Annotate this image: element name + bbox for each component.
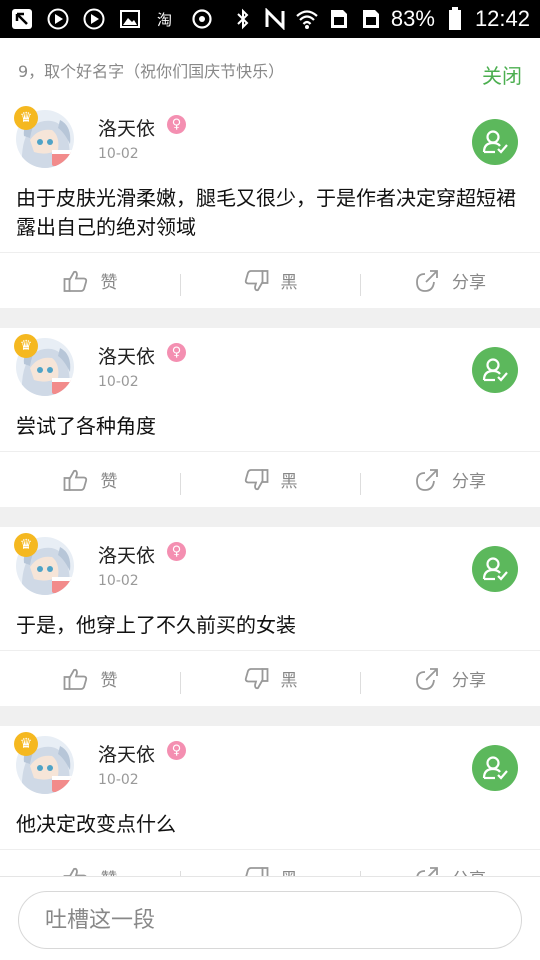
share-label: 分享 bbox=[452, 273, 486, 293]
crown-badge-icon: ♛ bbox=[14, 732, 38, 756]
dislike-label: 黑 bbox=[281, 865, 298, 876]
thumbs-up-icon bbox=[63, 270, 87, 292]
dislike-button[interactable]: 黑 bbox=[180, 268, 360, 296]
post-actions: 赞 黑 分享 bbox=[0, 451, 540, 507]
username[interactable]: 洛天依 bbox=[98, 114, 155, 141]
post-card: ♛ 洛天依 ♀ 10-02 由于皮肤光滑柔嫩，腿毛又很少，于是作者决定穿超短裙露… bbox=[0, 100, 540, 308]
sim-card-icon bbox=[359, 7, 383, 31]
post-actions: 赞 黑 分享 bbox=[0, 650, 540, 706]
add-friend-icon bbox=[482, 130, 508, 154]
thumbs-up-icon bbox=[63, 469, 87, 491]
thumbs-up-icon bbox=[63, 867, 87, 876]
post-content: 尝试了各种角度 bbox=[16, 414, 156, 438]
dislike-button[interactable]: 黑 bbox=[180, 666, 360, 694]
sim-card-icon bbox=[327, 7, 351, 31]
post-card: ♛ 洛天依 ♀ 10-02 于是，他穿上了不久前买的女装 赞 黑 分享 bbox=[0, 527, 540, 706]
thumbs-down-icon bbox=[244, 667, 268, 689]
post-date: 10-02 bbox=[98, 772, 139, 788]
play-icon bbox=[46, 7, 70, 31]
like-label: 赞 bbox=[100, 273, 118, 293]
add-friend-icon bbox=[482, 756, 508, 780]
dislike-button[interactable]: 黑 bbox=[180, 467, 360, 495]
top-bar: 9，取个好名字（祝你们国庆节快乐） 关闭 bbox=[0, 38, 540, 100]
follow-button[interactable] bbox=[472, 546, 518, 592]
follow-button[interactable] bbox=[472, 119, 518, 165]
crown-badge-icon: ♛ bbox=[14, 334, 38, 358]
share-button[interactable]: 分享 bbox=[360, 666, 540, 694]
post-content: 由于皮肤光滑柔嫩，腿毛又很少，于是作者决定穿超短裙露出自己的绝对领域 bbox=[16, 186, 516, 239]
female-icon: ♀ bbox=[167, 343, 186, 362]
like-label: 赞 bbox=[101, 865, 118, 876]
share-label: 分享 bbox=[452, 865, 486, 876]
username[interactable]: 洛天依 bbox=[98, 342, 155, 369]
nfc-icon bbox=[263, 7, 287, 31]
thumbs-up-icon bbox=[63, 668, 87, 690]
bluetooth-icon bbox=[231, 7, 255, 31]
share-label: 分享 bbox=[452, 472, 486, 492]
status-bar: 淘 83% 12:42 bbox=[0, 0, 540, 38]
crown-badge-icon: ♛ bbox=[14, 533, 38, 557]
comment-bar bbox=[0, 876, 540, 960]
clock: 12:42 bbox=[474, 6, 530, 31]
post-date: 10-02 bbox=[98, 573, 139, 589]
post-header: ♛ 洛天依 ♀ 10-02 bbox=[0, 527, 540, 597]
battery-level: 83% bbox=[390, 6, 435, 31]
thumbs-down-icon bbox=[244, 468, 268, 490]
share-button[interactable]: 分享 bbox=[360, 467, 540, 495]
like-label: 赞 bbox=[100, 472, 118, 492]
post-header: ♛ 洛天依 ♀ 10-02 bbox=[0, 726, 540, 796]
wifi-icon bbox=[295, 7, 319, 31]
svg-text:淘: 淘 bbox=[157, 11, 172, 29]
like-button[interactable]: 赞 bbox=[0, 268, 180, 293]
username[interactable]: 洛天依 bbox=[98, 740, 155, 767]
follow-button[interactable] bbox=[472, 347, 518, 393]
sync-icon bbox=[190, 7, 214, 31]
post-card: ♛ 洛天依 ♀ 10-02 尝试了各种角度 赞 黑 分享 bbox=[0, 328, 540, 507]
share-label: 分享 bbox=[452, 671, 486, 691]
thumbs-down-icon bbox=[244, 866, 268, 876]
thumbs-down-icon bbox=[244, 269, 268, 291]
comment-input[interactable] bbox=[18, 891, 522, 949]
dislike-label: 黑 bbox=[280, 273, 298, 293]
add-friend-icon bbox=[482, 358, 508, 382]
post-header: ♛ 洛天依 ♀ 10-02 bbox=[0, 328, 540, 398]
share-button[interactable]: 分享 bbox=[360, 268, 540, 296]
add-friend-icon bbox=[482, 557, 508, 581]
taobao-icon: 淘 bbox=[154, 7, 178, 31]
female-icon: ♀ bbox=[167, 542, 186, 561]
play-icon bbox=[82, 7, 106, 31]
female-icon: ♀ bbox=[167, 741, 186, 760]
share-button[interactable]: 分享 bbox=[360, 865, 540, 876]
post-date: 10-02 bbox=[98, 374, 139, 390]
username[interactable]: 洛天依 bbox=[98, 541, 155, 568]
post-list[interactable]: ♛ 洛天依 ♀ 10-02 由于皮肤光滑柔嫩，腿毛又很少，于是作者决定穿超短裙露… bbox=[0, 100, 540, 876]
like-button[interactable]: 赞 bbox=[0, 865, 180, 876]
share-icon bbox=[416, 667, 438, 690]
like-button[interactable]: 赞 bbox=[0, 467, 180, 492]
close-button[interactable]: 关闭 bbox=[482, 60, 522, 89]
post-date: 10-02 bbox=[98, 146, 139, 162]
post-actions: 赞 黑 分享 bbox=[0, 849, 540, 876]
share-icon bbox=[416, 269, 438, 292]
back-arrow-icon bbox=[10, 7, 34, 31]
like-button[interactable]: 赞 bbox=[0, 666, 180, 691]
share-icon bbox=[416, 866, 438, 876]
post-content: 于是，他穿上了不久前买的女装 bbox=[16, 613, 296, 637]
female-icon: ♀ bbox=[167, 115, 186, 134]
post-content: 他决定改变点什么 bbox=[16, 812, 176, 836]
crown-badge-icon: ♛ bbox=[14, 106, 38, 130]
image-icon bbox=[118, 7, 142, 31]
dislike-button[interactable]: 黑 bbox=[180, 865, 360, 876]
post-actions: 赞 黑 分享 bbox=[0, 252, 540, 308]
share-icon bbox=[416, 468, 438, 491]
follow-button[interactable] bbox=[472, 745, 518, 791]
like-label: 赞 bbox=[100, 671, 118, 691]
page-title: 9，取个好名字（祝你们国庆节快乐） bbox=[18, 62, 285, 81]
dislike-label: 黑 bbox=[280, 671, 298, 691]
dislike-label: 黑 bbox=[280, 472, 298, 492]
battery-icon bbox=[443, 7, 467, 31]
post-card: ♛ 洛天依 ♀ 10-02 他决定改变点什么 赞 bbox=[0, 726, 540, 876]
post-header: ♛ 洛天依 ♀ 10-02 bbox=[0, 100, 540, 170]
